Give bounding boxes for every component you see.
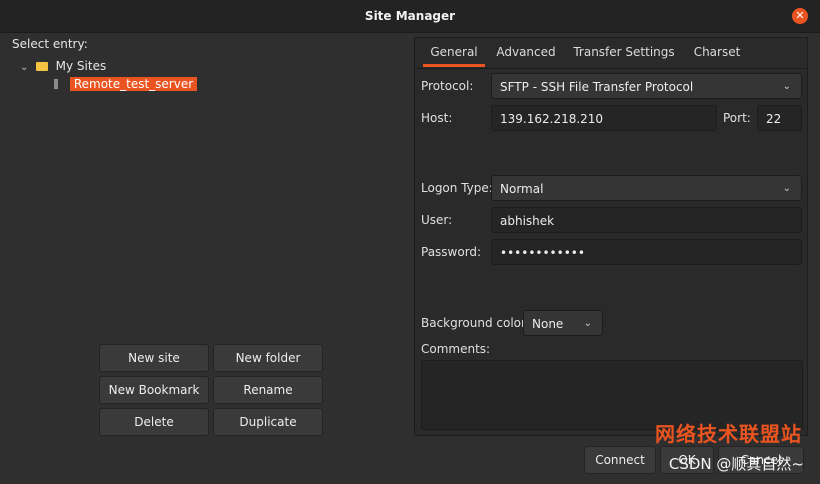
logon-type-select[interactable]: Normal ⌄	[491, 175, 802, 201]
background-color-value: None	[532, 317, 564, 331]
comments-label: Comments:	[421, 342, 491, 356]
host-input[interactable]: 139.162.218.210	[491, 105, 717, 131]
password-input[interactable]: ••••••••••••	[491, 239, 802, 265]
rename-button[interactable]: Rename	[213, 376, 323, 404]
tab-transfer-settings[interactable]: Transfer Settings	[571, 38, 677, 66]
close-icon[interactable]: ✕	[792, 8, 808, 24]
chevron-down-icon: ⌄	[782, 81, 791, 92]
connect-button[interactable]: Connect	[584, 446, 656, 474]
window-title: Site Manager	[364, 9, 456, 23]
logon-type-value: Normal	[500, 182, 544, 196]
settings-panel: General Advanced Transfer Settings Chars…	[414, 37, 808, 436]
chevron-down-icon[interactable]: ⌄	[20, 59, 32, 77]
tree-site-label: Remote_test_server	[69, 77, 198, 91]
user-input[interactable]: abhishek	[491, 207, 802, 233]
title-bar: Site Manager ✕	[0, 0, 820, 33]
background-color-label: Background color:	[421, 316, 530, 330]
logon-type-label: Logon Type:	[421, 181, 493, 195]
port-input[interactable]: 22	[757, 105, 802, 131]
protocol-label: Protocol:	[421, 79, 474, 93]
tab-advanced[interactable]: Advanced	[493, 38, 559, 66]
protocol-select[interactable]: SFTP - SSH File Transfer Protocol ⌄	[491, 73, 802, 99]
delete-button[interactable]: Delete	[99, 408, 209, 436]
new-bookmark-button[interactable]: New Bookmark	[99, 376, 209, 404]
host-label: Host:	[421, 111, 453, 125]
tree-root-row[interactable]: ⌄ My Sites	[20, 57, 106, 75]
site-manager-window: Site Manager ✕ Select entry: ⌄ My Sites …	[0, 0, 820, 484]
new-site-button[interactable]: New site	[99, 344, 209, 372]
tab-charset[interactable]: Charset	[687, 38, 747, 66]
watermark-author: CSDN @顺其自然~	[668, 455, 804, 473]
tree-root-label: My Sites	[55, 59, 107, 73]
watermark-title: 网络技术联盟站	[655, 422, 802, 446]
user-label: User:	[421, 213, 453, 227]
server-icon	[54, 79, 58, 89]
select-entry-label: Select entry:	[12, 37, 88, 51]
chevron-down-icon: ⌄	[782, 183, 791, 194]
folder-icon	[35, 62, 48, 71]
tree-site-row[interactable]: Remote_test_server	[54, 75, 198, 93]
background-color-select[interactable]: None ⌄	[523, 310, 603, 336]
tab-general[interactable]: General	[423, 38, 485, 67]
settings-tabs: General Advanced Transfer Settings Chars…	[415, 38, 807, 69]
password-label: Password:	[421, 245, 482, 259]
site-tree[interactable]: ⌄ My Sites Remote_test_server	[12, 53, 408, 335]
chevron-down-icon: ⌄	[583, 318, 592, 329]
duplicate-button[interactable]: Duplicate	[213, 408, 323, 436]
new-folder-button[interactable]: New folder	[213, 344, 323, 372]
port-label: Port:	[723, 111, 751, 125]
protocol-value: SFTP - SSH File Transfer Protocol	[500, 80, 694, 94]
